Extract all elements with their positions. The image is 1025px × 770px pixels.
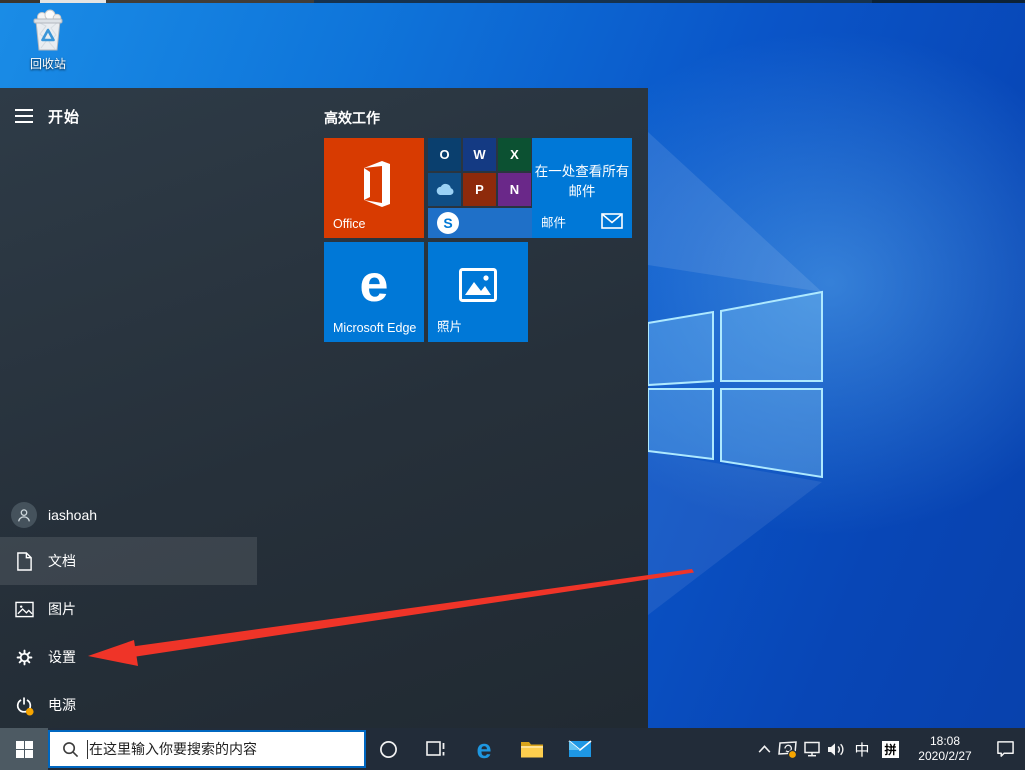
- tray-hidden-icons-chevron[interactable]: [752, 728, 776, 770]
- task-view-icon: [425, 741, 444, 756]
- hamburger-menu-button[interactable]: [0, 108, 48, 124]
- tile-folder-group[interactable]: O W X P N S: [428, 138, 532, 238]
- edge-taskbar-icon: e: [476, 733, 492, 764]
- skype-icon: S: [437, 212, 459, 234]
- power-update-dot: [25, 707, 34, 716]
- sidebar-user-label: iashoah: [48, 507, 98, 523]
- taskbar: 在这里输入你要搜索的内容 e 中 拼 18:08 2020/2/27: [0, 728, 1025, 770]
- text-caret: [87, 739, 88, 759]
- tile-office-label: Office: [333, 217, 366, 231]
- word-icon: W: [473, 147, 486, 162]
- onenote-icon: N: [509, 182, 520, 197]
- taskbar-clock[interactable]: 18:08 2020/2/27: [905, 734, 985, 764]
- file-explorer-icon: [521, 742, 543, 758]
- recycle-bin[interactable]: 回收站: [12, 8, 84, 72]
- tile-photos[interactable]: 照片: [428, 242, 528, 342]
- tile-edge[interactable]: e Microsoft Edge: [324, 242, 424, 342]
- notification-icon: [996, 741, 1014, 757]
- document-icon: [16, 551, 32, 571]
- tray-volume-icon[interactable]: [824, 728, 848, 770]
- recycle-bin-label: 回收站: [29, 57, 66, 71]
- ime-language-indicator[interactable]: 中: [848, 739, 876, 760]
- excel-icon: X: [510, 147, 519, 162]
- office-logo-icon: [364, 161, 390, 207]
- tiles-section-header: 高效工作: [324, 110, 380, 126]
- avatar: [11, 502, 37, 528]
- cortana-button[interactable]: [366, 728, 410, 770]
- mail-taskbar-button[interactable]: [558, 728, 602, 770]
- user-icon: [18, 509, 30, 522]
- tile-onedrive[interactable]: [428, 173, 461, 206]
- clock-time: 18:08: [929, 734, 961, 748]
- monitor-refresh-icon: [778, 741, 798, 759]
- edge-logo-icon: e: [359, 255, 389, 313]
- start-menu: 开始 iashoah 文档 图片 设置 电源 高效工作 Office O W X…: [0, 88, 648, 728]
- action-center-button[interactable]: [985, 728, 1025, 770]
- powerpoint-icon: P: [475, 182, 484, 197]
- start-menu-header: 开始: [0, 102, 80, 130]
- tray-network-icon[interactable]: [800, 728, 824, 770]
- tile-onenote[interactable]: N: [498, 173, 531, 206]
- mail-taskbar-icon: [568, 740, 592, 757]
- tile-word[interactable]: W: [463, 138, 496, 171]
- search-placeholder-text: 在这里输入你要搜索的内容: [89, 741, 257, 757]
- onedrive-cloud-icon: [436, 183, 454, 195]
- tile-photos-label: 照片: [437, 320, 463, 334]
- sidebar-item-documents[interactable]: 文档: [0, 537, 257, 585]
- tray-update-restart-icon[interactable]: [776, 728, 800, 770]
- sidebar-documents-label: 文档: [48, 553, 76, 569]
- mail-tile-text-line2: 邮件: [568, 184, 596, 199]
- tile-powerpoint[interactable]: P: [463, 173, 496, 206]
- tile-office[interactable]: Office: [324, 138, 424, 238]
- task-view-button[interactable]: [414, 728, 458, 770]
- sidebar-item-pictures[interactable]: 图片: [0, 585, 257, 633]
- sidebar-item-user[interactable]: iashoah: [0, 493, 257, 537]
- edge-taskbar-button[interactable]: e: [462, 728, 506, 770]
- ethernet-network-icon: [804, 741, 820, 757]
- sidebar-power-label: 电源: [48, 697, 76, 713]
- cortana-circle-icon: [379, 740, 397, 758]
- tile-outlook[interactable]: O: [428, 138, 461, 171]
- tile-excel[interactable]: X: [498, 138, 531, 171]
- start-menu-title: 开始: [48, 108, 81, 126]
- windows-start-icon: [15, 740, 33, 758]
- hamburger-icon: [15, 109, 33, 123]
- sidebar-pictures-label: 图片: [48, 601, 76, 617]
- speaker-icon: [828, 742, 844, 756]
- pictures-icon: [14, 601, 34, 617]
- file-explorer-button[interactable]: [510, 728, 554, 770]
- sidebar-settings-label: 设置: [48, 649, 76, 665]
- tile-edge-label: Microsoft Edge: [333, 321, 417, 335]
- power-icon: [16, 696, 34, 716]
- gear-icon: [16, 649, 32, 665]
- ime-mode-indicator[interactable]: 拼: [882, 740, 899, 758]
- tile-skype[interactable]: S: [428, 208, 532, 238]
- tile-mail[interactable]: 在一处查看所有 邮件 邮件: [532, 138, 632, 238]
- taskbar-search-input[interactable]: 在这里输入你要搜索的内容: [48, 730, 366, 768]
- mail-tile-text-line1: 在一处查看所有: [534, 164, 630, 179]
- photos-icon: [459, 268, 497, 302]
- outlook-icon: O: [439, 147, 450, 162]
- recycle-bin-icon: [33, 9, 63, 51]
- desktop-screen: 回收站 开始 iashoah 文档 图片 设置 电源 高效工作 Office O…: [0, 0, 1025, 770]
- sidebar-item-power[interactable]: 电源: [0, 681, 257, 729]
- clock-date: 2020/2/27: [918, 749, 972, 763]
- sidebar-item-settings[interactable]: 设置: [0, 633, 257, 681]
- system-tray: 中 拼 18:08 2020/2/27: [752, 728, 1025, 770]
- search-icon: [63, 741, 79, 757]
- chevron-up-icon: [758, 745, 770, 753]
- start-button[interactable]: [0, 728, 48, 770]
- tile-mail-label: 邮件: [541, 216, 567, 230]
- mail-envelope-icon: [601, 213, 623, 229]
